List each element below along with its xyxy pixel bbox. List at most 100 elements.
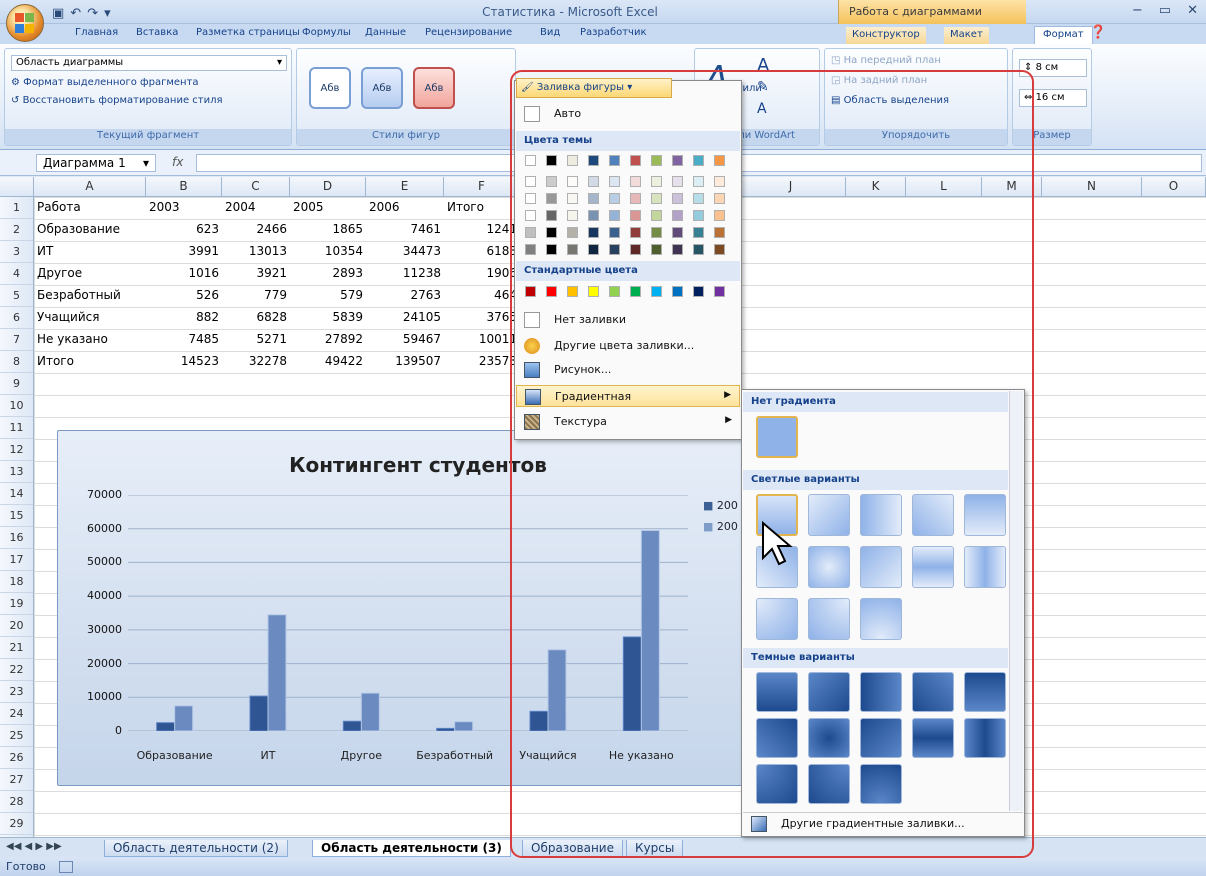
theme-color-swatch[interactable] xyxy=(714,155,725,166)
table-cell[interactable]: 34473 xyxy=(369,241,441,263)
send-backward-button[interactable]: ◲ На задний план xyxy=(831,75,927,86)
table-cell[interactable]: Образование xyxy=(37,219,143,241)
light-gradient-tile[interactable] xyxy=(860,598,902,640)
table-cell[interactable]: 1016 xyxy=(149,263,219,285)
theme-color-swatch[interactable] xyxy=(630,227,641,238)
tab-home[interactable]: Главная xyxy=(75,27,118,38)
bar-0-2[interactable] xyxy=(342,720,362,731)
theme-color-swatch[interactable] xyxy=(693,155,704,166)
table-cell[interactable]: 14523 xyxy=(149,351,219,373)
bar-0-0[interactable] xyxy=(156,722,176,731)
theme-color-swatch[interactable] xyxy=(567,244,578,255)
row-header[interactable]: 27 xyxy=(0,769,33,791)
dark-gradient-tile[interactable] xyxy=(964,718,1006,758)
standard-color-swatch[interactable] xyxy=(693,286,704,297)
theme-color-swatch[interactable] xyxy=(672,176,683,187)
dark-gradient-tile[interactable] xyxy=(756,764,798,804)
theme-color-swatch[interactable] xyxy=(714,176,725,187)
table-cell[interactable]: 882 xyxy=(149,307,219,329)
theme-color-swatch[interactable] xyxy=(609,210,620,221)
theme-color-swatch[interactable] xyxy=(609,193,620,204)
table-cell[interactable]: 2466 xyxy=(225,219,287,241)
tab-review[interactable]: Рецензирование xyxy=(425,27,512,38)
name-box[interactable]: Диаграмма 1 ▾ xyxy=(36,154,156,172)
theme-color-swatch[interactable] xyxy=(693,210,704,221)
dark-gradient-tile[interactable] xyxy=(756,672,798,712)
standard-color-swatch[interactable] xyxy=(651,286,662,297)
light-gradient-tile[interactable] xyxy=(912,494,954,536)
dark-gradient-tile[interactable] xyxy=(808,764,850,804)
light-gradient-tile[interactable] xyxy=(912,546,954,588)
theme-color-swatch[interactable] xyxy=(525,176,536,187)
column-header[interactable]: E xyxy=(366,177,444,197)
plot-area[interactable] xyxy=(128,495,688,731)
table-cell[interactable]: 579 xyxy=(293,285,363,307)
close-button[interactable]: ✕ xyxy=(1187,3,1198,18)
table-cell[interactable]: 1865 xyxy=(293,219,363,241)
row-header[interactable]: 8 xyxy=(0,351,33,373)
text-effects-icon[interactable]: A xyxy=(757,101,767,117)
tab-developer[interactable]: Разработчик xyxy=(580,27,647,38)
row-header[interactable]: 14 xyxy=(0,483,33,505)
bar-0-1[interactable] xyxy=(249,695,269,731)
theme-color-swatch[interactable] xyxy=(546,193,557,204)
theme-color-swatch[interactable] xyxy=(630,176,641,187)
submenu-scrollbar[interactable] xyxy=(1009,391,1023,811)
theme-color-swatch[interactable] xyxy=(546,227,557,238)
standard-color-swatch[interactable] xyxy=(609,286,620,297)
menu-item-more-gradients[interactable]: Другие градиентные заливки... xyxy=(743,812,1023,834)
theme-color-swatch[interactable] xyxy=(651,176,662,187)
dark-gradient-tile[interactable] xyxy=(860,718,902,758)
menu-item-more-colors[interactable]: Другие цвета заливки... xyxy=(516,335,740,357)
bring-forward-button[interactable]: ◳ На передний план xyxy=(831,55,941,66)
table-cell[interactable]: 13013 xyxy=(225,241,287,263)
theme-color-swatch[interactable] xyxy=(588,227,599,238)
table-header-cell[interactable]: 2005 xyxy=(293,197,363,219)
theme-color-swatch[interactable] xyxy=(525,155,536,166)
table-header-cell[interactable]: 2003 xyxy=(149,197,219,219)
menu-item-texture[interactable]: Текстура ▶ xyxy=(516,411,740,433)
light-gradient-tile[interactable] xyxy=(860,494,902,536)
sheet-tab[interactable]: Область деятельности (2) xyxy=(104,840,288,857)
theme-color-swatch[interactable] xyxy=(609,176,620,187)
table-header-cell[interactable]: 2006 xyxy=(369,197,441,219)
light-gradient-tile[interactable] xyxy=(808,546,850,588)
dark-gradient-tile[interactable] xyxy=(964,672,1006,712)
theme-color-swatch[interactable] xyxy=(672,193,683,204)
theme-color-swatch[interactable] xyxy=(651,227,662,238)
light-gradient-tile[interactable] xyxy=(964,494,1006,536)
table-cell[interactable]: 3765 xyxy=(447,307,517,329)
row-header[interactable]: 19 xyxy=(0,593,33,615)
table-cell[interactable]: 27892 xyxy=(293,329,363,351)
table-cell[interactable]: Не указано xyxy=(37,329,143,351)
table-cell[interactable]: Итого xyxy=(37,351,143,373)
bar-0-3[interactable] xyxy=(436,727,456,731)
row-header[interactable]: 29 xyxy=(0,813,33,835)
theme-color-swatch[interactable] xyxy=(567,176,578,187)
theme-color-swatch[interactable] xyxy=(714,227,725,238)
table-cell[interactable]: ИТ xyxy=(37,241,143,263)
column-header[interactable]: F xyxy=(444,177,520,197)
row-header[interactable]: 7 xyxy=(0,329,33,351)
table-cell[interactable]: 464 xyxy=(447,285,517,307)
row-header[interactable]: 15 xyxy=(0,505,33,527)
dark-gradient-tile[interactable] xyxy=(808,718,850,758)
table-cell[interactable]: 139507 xyxy=(369,351,441,373)
restore-button[interactable]: ▭ xyxy=(1159,3,1171,18)
row-header[interactable]: 3 xyxy=(0,241,33,263)
shape-style-2[interactable]: Абв xyxy=(361,67,403,109)
theme-color-swatch[interactable] xyxy=(546,210,557,221)
table-cell[interactable]: 49422 xyxy=(293,351,363,373)
table-cell[interactable]: 1241 xyxy=(447,219,517,241)
dark-gradient-tile[interactable] xyxy=(912,718,954,758)
table-cell[interactable]: 5839 xyxy=(293,307,363,329)
dark-gradient-tile[interactable] xyxy=(756,718,798,758)
row-header[interactable]: 23 xyxy=(0,681,33,703)
table-cell[interactable]: 779 xyxy=(225,285,287,307)
dark-gradient-tile[interactable] xyxy=(860,764,902,804)
table-cell[interactable]: 7461 xyxy=(369,219,441,241)
menu-item-auto[interactable]: Авто xyxy=(516,103,740,125)
tab-format[interactable]: Формат xyxy=(1034,26,1093,44)
table-cell[interactable]: Учащийся xyxy=(37,307,143,329)
theme-color-swatch[interactable] xyxy=(588,155,599,166)
